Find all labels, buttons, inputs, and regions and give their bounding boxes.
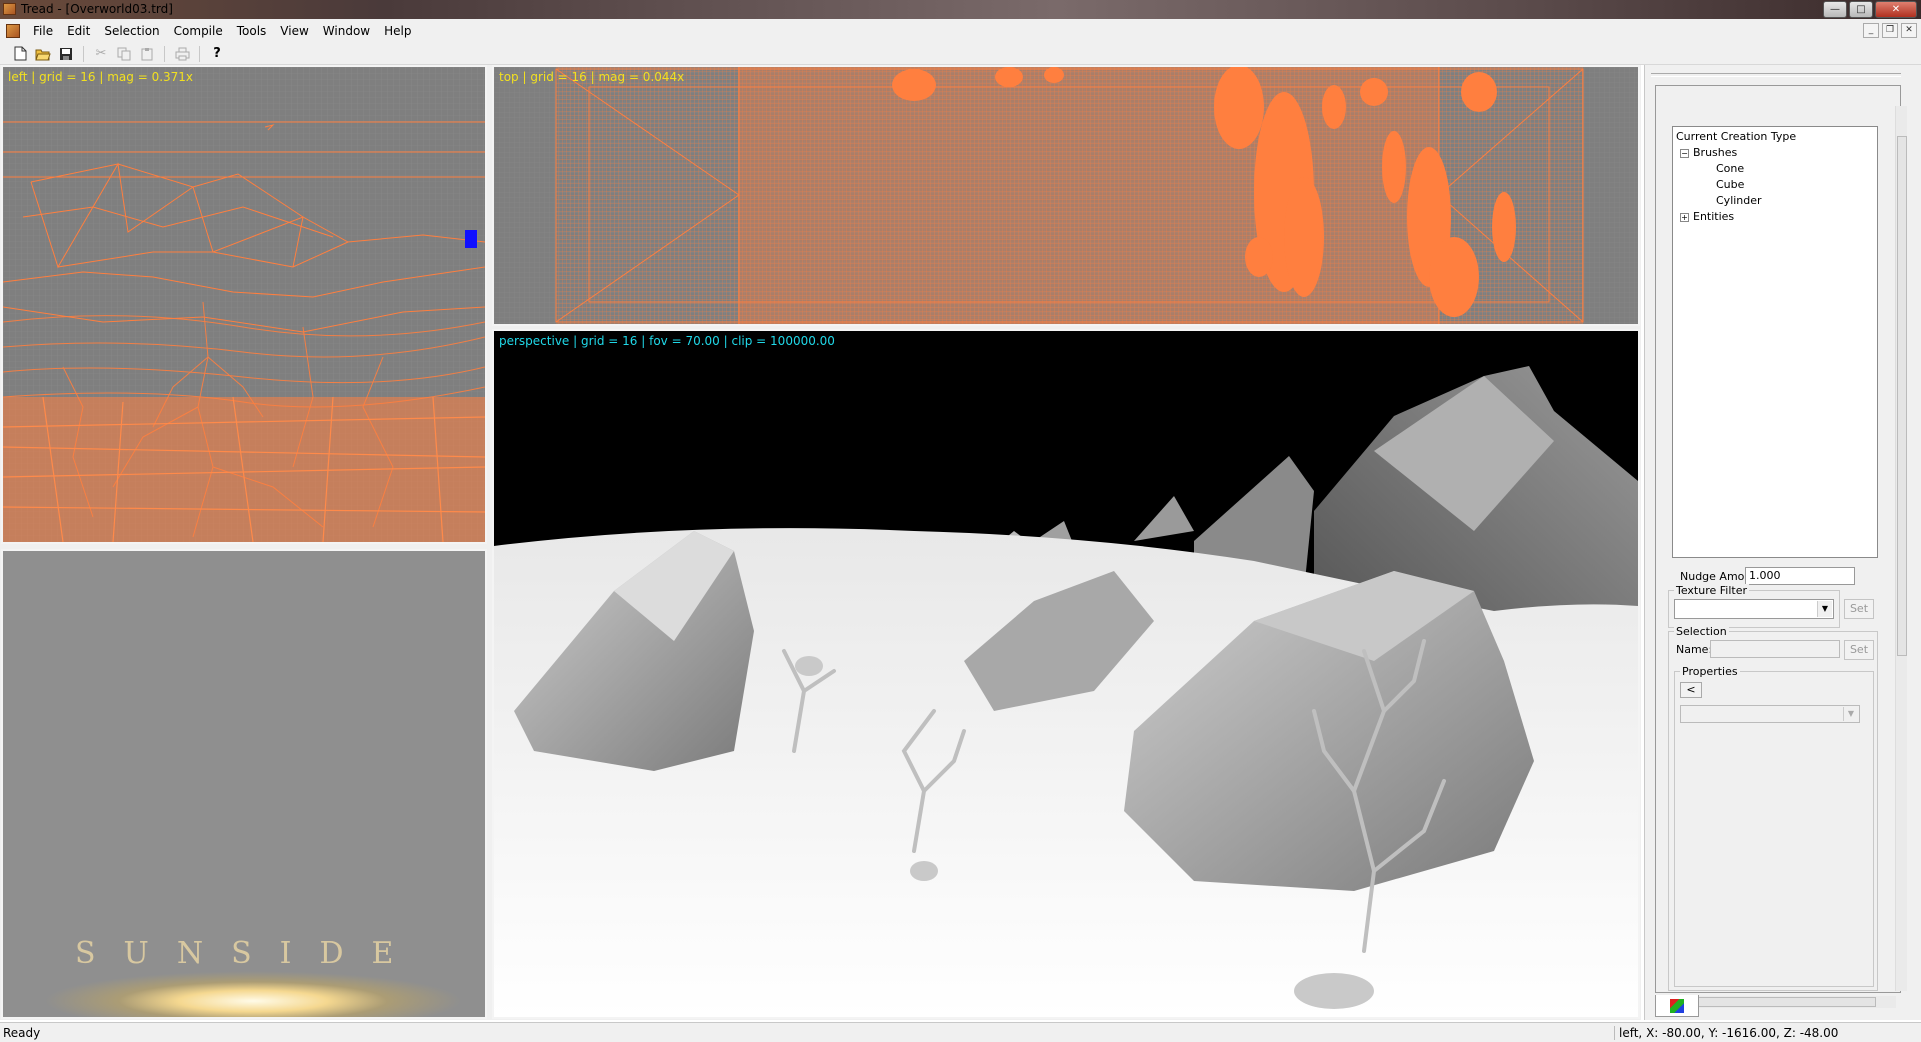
toolbar-separator xyxy=(83,45,84,62)
maximize-icon[interactable]: □ xyxy=(1849,1,1873,18)
new-file-icon[interactable] xyxy=(10,45,30,63)
document-menu-icon[interactable] xyxy=(6,24,20,38)
tree-group-label: Entities xyxy=(1693,210,1735,223)
tree-group-label: Brushes xyxy=(1693,146,1738,159)
minimize-icon[interactable]: — xyxy=(1823,1,1847,18)
panel-vertical-scrollbar[interactable] xyxy=(1895,106,1907,991)
chevron-down-icon[interactable]: ▼ xyxy=(1817,601,1832,617)
save-icon[interactable] xyxy=(56,45,76,63)
menu-view[interactable]: View xyxy=(273,19,315,43)
texture-filter-set-button[interactable]: Set xyxy=(1844,599,1874,619)
tree-item-cube[interactable]: Cube xyxy=(1676,177,1874,193)
menu-selection[interactable]: Selection xyxy=(97,19,166,43)
selection-name-set-button[interactable]: Set xyxy=(1844,640,1874,660)
left-viewport-label: left | grid = 16 | mag = 0.371x xyxy=(8,70,194,84)
paste-icon[interactable] xyxy=(137,45,157,63)
status-text: Ready xyxy=(3,1026,41,1040)
open-folder-icon[interactable] xyxy=(33,45,53,63)
top-viewport[interactable]: top | grid = 16 | mag = 0.044x xyxy=(492,65,1640,326)
creation-type-tree[interactable]: Current Creation Type − Brushes Cone Cube… xyxy=(1672,126,1878,558)
tree-group-brushes[interactable]: − Brushes xyxy=(1676,145,1874,161)
tree-root[interactable]: Current Creation Type xyxy=(1676,129,1874,145)
chevron-down-icon[interactable]: ▼ xyxy=(1843,707,1858,721)
nudge-amount-input[interactable]: 1.000 xyxy=(1745,567,1855,585)
expand-icon[interactable]: + xyxy=(1680,212,1689,222)
logo-viewport[interactable]: SUNSIDE xyxy=(1,549,487,1019)
cursor-coordinates: left, X: -80.00, Y: -1616.00, Z: -48.00 xyxy=(1614,1026,1838,1040)
panel-grip[interactable] xyxy=(1651,73,1901,77)
tread-app-icon[interactable] xyxy=(3,3,16,15)
panel-content: Current Creation Type − Brushes Cone Cube… xyxy=(1655,85,1907,1008)
texture-filter-title: Texture Filter xyxy=(1674,584,1750,597)
menu-help[interactable]: Help xyxy=(377,19,418,43)
menu-compile[interactable]: Compile xyxy=(167,19,230,43)
logo-glow xyxy=(43,971,463,1017)
toolbar-separator xyxy=(199,45,200,62)
properties-title: Properties xyxy=(1680,665,1740,678)
print-icon[interactable] xyxy=(172,45,192,63)
selection-name-label: Name: xyxy=(1676,643,1713,656)
document-restore-icon[interactable]: ❐ xyxy=(1882,23,1898,38)
toolbar-separator xyxy=(164,45,165,62)
properties-panel: Current Creation Type − Brushes Cone Cube… xyxy=(1644,65,1921,1020)
menu-bar: File Edit Selection Compile Tools View W… xyxy=(0,19,1921,43)
help-icon[interactable]: ? xyxy=(207,45,227,63)
property-dropdown[interactable]: ▼ xyxy=(1680,705,1860,723)
perspective-viewport-label: perspective | grid = 16 | fov = 70.00 | … xyxy=(499,334,835,348)
menu-edit[interactable]: Edit xyxy=(60,19,97,43)
left-viewport-wireframe xyxy=(3,67,485,542)
selection-name-input[interactable] xyxy=(1710,640,1840,658)
collapse-icon[interactable]: − xyxy=(1680,148,1689,158)
tree-group-entities[interactable]: + Entities xyxy=(1676,209,1874,225)
title-bar: Tread - [Overworld03.trd] — □ ✕ xyxy=(0,0,1921,19)
document-window-controls: _ ❐ ✕ xyxy=(1863,23,1917,38)
workspace: left | grid = 16 | mag = 0.371x top | gr… xyxy=(0,65,1641,1020)
menu-tools[interactable]: Tools xyxy=(230,19,274,43)
document-minimize-icon[interactable]: _ xyxy=(1863,23,1879,38)
copy-icon[interactable] xyxy=(114,45,134,63)
tree-item-cone[interactable]: Cone xyxy=(1676,161,1874,177)
perspective-scene xyxy=(494,331,1638,1017)
cut-icon[interactable]: ✂ xyxy=(91,45,111,63)
color-palette-icon xyxy=(1670,999,1684,1013)
properties-back-button[interactable]: < xyxy=(1680,682,1702,698)
tree-item-cylinder[interactable]: Cylinder xyxy=(1676,193,1874,209)
window-title: Tread - [Overworld03.trd] xyxy=(21,2,173,16)
sunside-logo: SUNSIDE xyxy=(75,936,422,971)
top-viewport-wireframe xyxy=(494,67,1638,324)
panel-tab-colors[interactable] xyxy=(1655,995,1699,1017)
selection-title: Selection xyxy=(1674,625,1729,638)
texture-filter-dropdown[interactable]: ▼ xyxy=(1674,599,1834,619)
document-close-icon[interactable]: ✕ xyxy=(1901,23,1917,38)
scrollbar-thumb[interactable] xyxy=(1897,136,1907,656)
close-icon[interactable]: ✕ xyxy=(1875,1,1917,18)
status-bar: Ready left, X: -80.00, Y: -1616.00, Z: -… xyxy=(0,1022,1921,1042)
left-viewport[interactable]: left | grid = 16 | mag = 0.371x xyxy=(1,65,487,544)
perspective-viewport[interactable]: perspective | grid = 16 | fov = 70.00 | … xyxy=(492,329,1640,1019)
menu-window[interactable]: Window xyxy=(316,19,377,43)
top-viewport-label: top | grid = 16 | mag = 0.044x xyxy=(499,70,685,84)
window-controls: — □ ✕ xyxy=(1823,1,1917,18)
scrollbar-thumb[interactable] xyxy=(1681,997,1876,1007)
menu-file[interactable]: File xyxy=(26,19,60,43)
panel-horizontal-scrollbar[interactable] xyxy=(1666,996,1896,1008)
toolbar: ✂ ? xyxy=(0,43,1921,65)
